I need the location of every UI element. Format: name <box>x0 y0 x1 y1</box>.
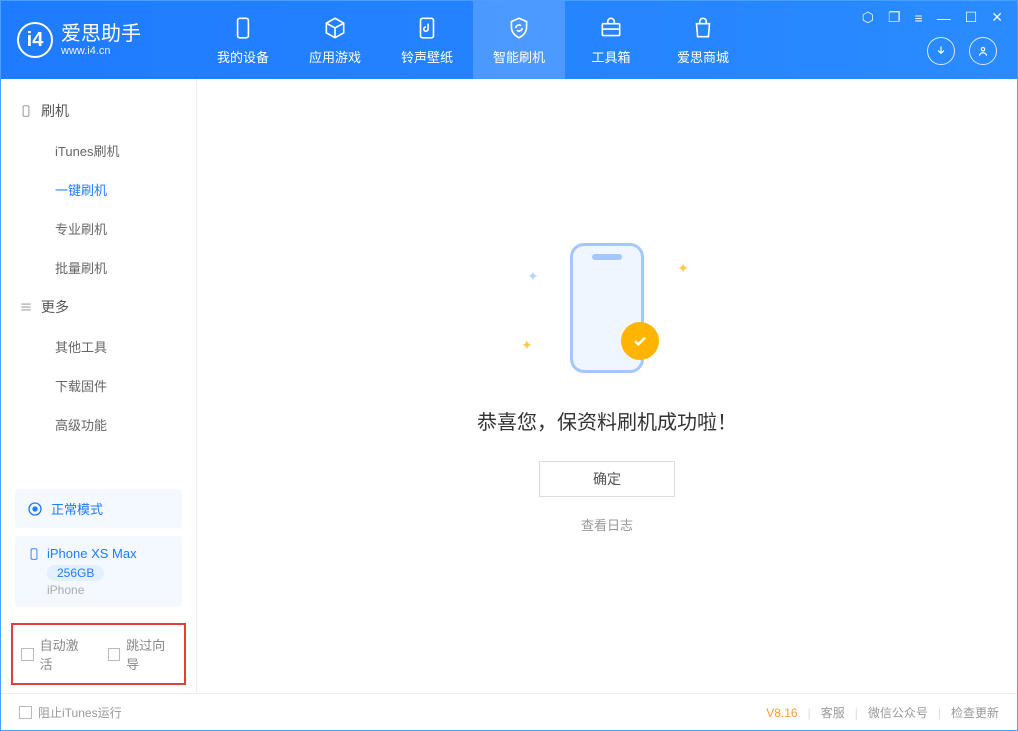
logo-area: i4 爱思助手 www.i4.cn <box>1 1 197 79</box>
feedback-icon[interactable]: ❐ <box>888 9 901 26</box>
checkbox-icon <box>108 648 121 661</box>
checkbox-icon <box>19 706 32 719</box>
checkbox-icon <box>21 648 34 661</box>
cube-icon <box>322 15 348 41</box>
header-right-actions <box>927 37 997 65</box>
sidebar-item-other-tools[interactable]: 其他工具 <box>1 327 196 366</box>
sidebar-item-itunes-flash[interactable]: iTunes刷机 <box>1 131 196 170</box>
chk-auto-activate[interactable]: 自动激活 <box>21 635 90 673</box>
success-message: 恭喜您，保资料刷机成功啦！ <box>477 406 737 435</box>
titlebar-controls: ⬡ ❐ ≡ — ☐ ✕ <box>862 9 1003 26</box>
main-content: ✦ ✦ ✦ 恭喜您，保资料刷机成功啦！ 确定 查看日志 <box>197 79 1017 693</box>
list-icon <box>19 300 33 314</box>
maximize-button[interactable]: ☐ <box>965 9 978 26</box>
tab-smart-flash[interactable]: 智能刷机 <box>473 1 565 79</box>
sparkle-icon: ✦ <box>677 260 689 277</box>
user-button[interactable] <box>969 37 997 65</box>
sidebar-item-batch-flash[interactable]: 批量刷机 <box>1 248 196 287</box>
tab-toolbox[interactable]: 工具箱 <box>565 1 657 79</box>
nav-tabs: 我的设备 应用游戏 铃声壁纸 智能刷机 工具箱 爱思商城 <box>197 1 749 79</box>
app-name: 爱思助手 <box>61 23 141 45</box>
close-button[interactable]: ✕ <box>991 9 1003 26</box>
device-icon <box>19 104 33 118</box>
sparkle-icon: ✦ <box>527 268 539 285</box>
logo-icon: i4 <box>17 22 53 58</box>
menu-icon[interactable]: ≡ <box>915 10 923 26</box>
device-small-icon <box>27 547 41 561</box>
toolbox-icon <box>598 15 624 41</box>
sidebar-section-flash: 刷机 <box>1 91 196 131</box>
minimize-button[interactable]: — <box>937 10 951 26</box>
confirm-button[interactable]: 确定 <box>539 461 675 497</box>
sidebar-item-pro-flash[interactable]: 专业刷机 <box>1 209 196 248</box>
app-url: www.i4.cn <box>61 45 141 57</box>
download-button[interactable] <box>927 37 955 65</box>
mode-icon <box>27 501 43 517</box>
version-label: V8.16 <box>766 706 797 720</box>
sidebar-item-download-firmware[interactable]: 下载固件 <box>1 366 196 405</box>
sparkle-icon: ✦ <box>521 337 533 354</box>
storage-badge: 256GB <box>47 565 104 581</box>
device-name-label: iPhone XS Max <box>47 546 137 561</box>
tab-my-device[interactable]: 我的设备 <box>197 1 289 79</box>
success-illustration: ✦ ✦ ✦ <box>507 238 707 378</box>
sidebar-item-oneclick-flash[interactable]: 一键刷机 <box>1 170 196 209</box>
support-link[interactable]: 客服 <box>821 704 845 721</box>
device-info[interactable]: iPhone XS Max 256GB iPhone <box>15 536 182 607</box>
music-file-icon <box>414 15 440 41</box>
tab-ringtone-wallpaper[interactable]: 铃声壁纸 <box>381 1 473 79</box>
tab-store[interactable]: 爱思商城 <box>657 1 749 79</box>
phone-icon <box>230 15 256 41</box>
tab-apps-games[interactable]: 应用游戏 <box>289 1 381 79</box>
refresh-shield-icon <box>506 15 532 41</box>
sidebar-item-advanced[interactable]: 高级功能 <box>1 405 196 444</box>
device-type-label: iPhone <box>47 583 170 597</box>
download-icon <box>934 44 948 58</box>
chk-block-itunes[interactable]: 阻止iTunes运行 <box>19 704 122 721</box>
user-icon <box>976 44 990 58</box>
bag-icon <box>690 15 716 41</box>
mode-indicator[interactable]: 正常模式 <box>15 489 182 528</box>
sidebar: 刷机 iTunes刷机 一键刷机 专业刷机 批量刷机 更多 其他工具 下载固件 … <box>1 79 197 693</box>
check-update-link[interactable]: 检查更新 <box>951 704 999 721</box>
chk-skip-guide[interactable]: 跳过向导 <box>108 635 177 673</box>
app-header: i4 爱思助手 www.i4.cn 我的设备 应用游戏 铃声壁纸 智能刷机 工具… <box>1 1 1017 79</box>
sidebar-section-more: 更多 <box>1 287 196 327</box>
footer: 阻止iTunes运行 V8.16 | 客服 | 微信公众号 | 检查更新 <box>1 693 1017 731</box>
view-log-link[interactable]: 查看日志 <box>581 515 633 534</box>
check-badge-icon <box>621 322 659 360</box>
flash-options-highlighted: 自动激活 跳过向导 <box>11 623 186 685</box>
wechat-link[interactable]: 微信公众号 <box>868 704 928 721</box>
shirt-icon[interactable]: ⬡ <box>862 9 874 26</box>
